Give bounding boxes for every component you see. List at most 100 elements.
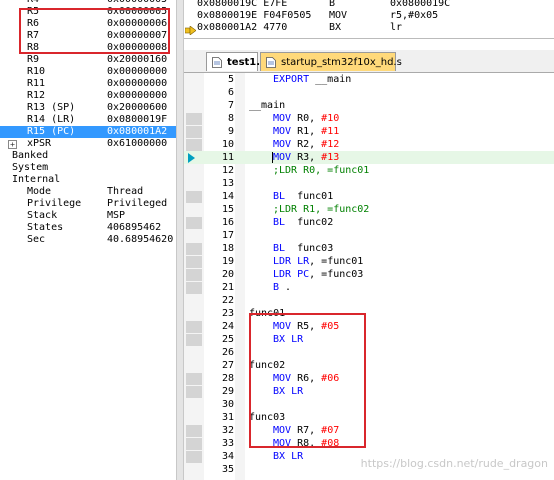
register-row[interactable]: R12 0x00000000 — [0, 90, 176, 102]
token-num: #11 — [321, 126, 340, 137]
register-row[interactable]: R9 0x20000160 — [0, 54, 176, 66]
register-row[interactable]: R15 (PC) 0x080001A2 — [0, 126, 176, 138]
tab-test1[interactable]: test1.s — [206, 52, 266, 71]
internal-value: 406895462 — [107, 222, 162, 233]
tab-startup[interactable]: startup_stm32f10x_hd.s — [260, 52, 402, 71]
line-number: 18 — [221, 243, 234, 254]
register-row[interactable]: R11 0x00000000 — [0, 78, 176, 90]
register-value[interactable]: 0x20000600 — [107, 102, 167, 114]
line-number: 31 — [221, 412, 234, 423]
code-editor[interactable]: 5 EXPORT __main 6 7 __main 8 MOV R0, #10 9 MOV R… — [184, 73, 554, 480]
line-number: 17 — [221, 230, 234, 241]
register-row[interactable]: R14 (LR) 0x0800019F — [0, 114, 176, 126]
internal-row[interactable]: Sec 40.68954620 — [0, 234, 176, 246]
token-cm: ;LDR R1, =func02 — [273, 204, 370, 215]
register-name: R15 (PC) — [27, 126, 76, 137]
token-id: R2, — [291, 139, 322, 150]
token-kw: LR — [291, 451, 304, 462]
code-text: LDR PC, =func03 — [273, 268, 363, 281]
register-row[interactable]: R13 (SP) 0x20000600 — [0, 102, 176, 114]
code-line[interactable]: 9 MOV R1, #11 — [184, 125, 554, 138]
code-line[interactable]: 20 LDR PC, =func03 — [184, 268, 554, 281]
register-row[interactable]: + xPSR 0x61000000 — [0, 138, 176, 150]
register-value[interactable]: 0x080001A2 — [107, 126, 167, 138]
register-value[interactable]: 0x00000000 — [107, 66, 167, 78]
code-text: __main — [249, 99, 285, 112]
disasm-address: 0x080001A2 4770 — [197, 22, 288, 33]
code-line[interactable]: 8 MOV R0, #10 — [184, 112, 554, 125]
code-line[interactable]: 5 EXPORT __main — [184, 73, 554, 86]
current-line-arrow-icon — [188, 153, 195, 163]
code-line[interactable]: 26 — [184, 346, 554, 359]
register-value[interactable]: 0x00000000 — [107, 78, 167, 90]
code-text: B . — [273, 281, 291, 294]
code-line[interactable]: 11 MOV R3, #13 — [184, 151, 554, 164]
code-line[interactable]: 27 func02 — [184, 359, 554, 372]
expand-icon[interactable]: + — [8, 140, 17, 149]
code-text: ;LDR R1, =func02 — [273, 203, 369, 216]
line-number: 23 — [221, 308, 234, 319]
token-kw: MOV — [273, 126, 292, 137]
token-id: R1, — [291, 126, 322, 137]
disasm-mnemonic: MOV — [329, 10, 348, 21]
line-number: 6 — [227, 87, 234, 98]
code-line[interactable]: 21 B . — [184, 281, 554, 294]
register-name: R12 — [27, 90, 46, 101]
internal-row[interactable]: Privilege Privileged — [0, 198, 176, 210]
code-line[interactable]: 33 MOV R8, #08 — [184, 437, 554, 450]
disasm-mnemonic: BX — [329, 22, 342, 33]
line-number: 33 — [221, 438, 234, 449]
code-text: MOV R3, #13 — [273, 151, 339, 164]
registers-highlight-box — [19, 8, 170, 54]
code-line[interactable]: 23 func01 — [184, 307, 554, 320]
code-line[interactable]: 31 func03 — [184, 411, 554, 424]
code-line[interactable]: 12 ;LDR R0, =func01 — [184, 164, 554, 177]
token-id: __main — [249, 100, 286, 111]
token-kw: BL — [273, 191, 286, 202]
code-text: MOV R2, #12 — [273, 138, 339, 151]
code-line[interactable]: 24 MOV R5, #05 — [184, 320, 554, 333]
code-line[interactable]: 28 MOV R6, #06 — [184, 372, 554, 385]
token-id: . — [279, 282, 292, 293]
code-line[interactable]: 30 — [184, 398, 554, 411]
tab-label: startup_stm32f10x_hd.s — [281, 57, 402, 68]
code-highlight-box — [249, 313, 366, 448]
token-kw: LDR — [273, 269, 292, 280]
line-number: 9 — [227, 126, 234, 137]
line-number: 28 — [221, 373, 234, 384]
tree-group-label: System — [12, 162, 49, 173]
code-line[interactable]: 14 BL func01 — [184, 190, 554, 203]
register-value[interactable]: 0x20000160 — [107, 54, 167, 66]
code-line[interactable]: 22 — [184, 294, 554, 307]
internal-row[interactable]: Stack MSP — [0, 210, 176, 222]
code-line[interactable]: 13 — [184, 177, 554, 190]
register-value[interactable]: 0x00000000 — [107, 90, 167, 102]
register-row[interactable]: R10 0x00000000 — [0, 66, 176, 78]
code-line[interactable]: 18 BL func03 — [184, 242, 554, 255]
code-line[interactable]: 7 __main — [184, 99, 554, 112]
internal-name: Sec — [27, 234, 46, 245]
code-line[interactable]: 17 — [184, 229, 554, 242]
token-kw: MOV — [273, 113, 292, 124]
register-name: R11 — [27, 78, 46, 89]
code-line[interactable]: 16 BL func02 — [184, 216, 554, 229]
register-value[interactable]: 0x0800019F — [107, 114, 167, 126]
token-kw: EXPORT — [273, 74, 310, 85]
code-line[interactable]: 32 MOV R7, #07 — [184, 424, 554, 437]
line-number: 34 — [221, 451, 234, 462]
line-number: 16 — [221, 217, 234, 228]
code-line[interactable]: 19 LDR LR, =func01 — [184, 255, 554, 268]
code-line[interactable]: 25 BX LR — [184, 333, 554, 346]
pane-splitter[interactable] — [176, 0, 184, 480]
code-line[interactable]: 10 MOV R2, #12 — [184, 138, 554, 151]
code-line[interactable]: 29 BX LR — [184, 385, 554, 398]
internal-row[interactable]: Mode Thread — [0, 186, 176, 198]
line-number: 26 — [221, 347, 234, 358]
code-line[interactable]: 15 ;LDR R1, =func02 — [184, 203, 554, 216]
register-value[interactable]: 0x61000000 — [107, 138, 167, 150]
internal-value: MSP — [107, 210, 126, 221]
line-number: 7 — [227, 100, 234, 111]
internal-row[interactable]: States 406895462 — [0, 222, 176, 234]
code-line[interactable]: 6 — [184, 86, 554, 99]
token-cm: ;LDR R0, =func01 — [273, 165, 370, 176]
